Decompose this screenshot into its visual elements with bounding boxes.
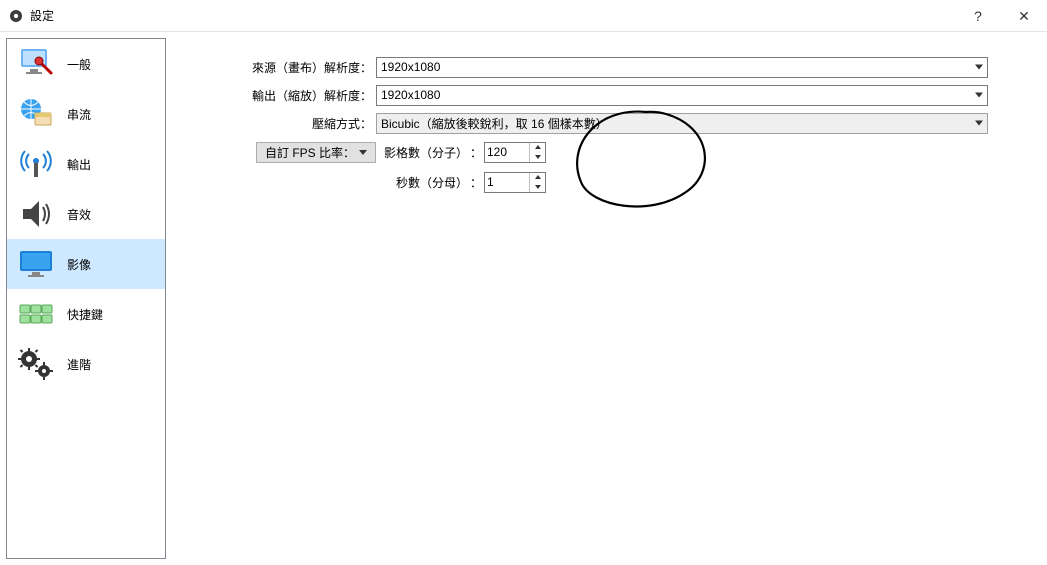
broadcast-icon (15, 143, 57, 185)
sidebar-item-stream[interactable]: 串流 (7, 89, 165, 139)
titlebar: 設定 ? ✕ (0, 0, 1047, 32)
fps-type-label: 自訂 FPS 比率： (265, 144, 355, 161)
colon: ： (468, 174, 484, 191)
chevron-down-icon (975, 93, 983, 98)
downscale-filter-value: Bicubic（縮放後較銳利，取 16 個樣本數） (381, 115, 608, 132)
fps-numerator-label: 影格數（分子） (382, 144, 468, 161)
downscale-filter-combo[interactable]: Bicubic（縮放後較銳利，取 16 個樣本數） (376, 113, 988, 134)
sidebar-item-audio[interactable]: 音效 (7, 189, 165, 239)
close-button[interactable]: ✕ (1001, 0, 1047, 32)
fps-numerator-spinbox[interactable] (484, 142, 546, 163)
gears-icon (15, 343, 57, 385)
fps-denominator-spinbox[interactable] (484, 172, 546, 193)
sidebar-item-label: 串流 (67, 106, 91, 123)
app-icon (8, 8, 24, 24)
chevron-down-icon (975, 121, 983, 126)
monitor-icon (15, 243, 57, 285)
base-resolution-label: 來源（畫布）解析度： (206, 59, 376, 76)
help-button[interactable]: ? (955, 0, 1001, 32)
downscale-filter-label: 壓縮方式： (206, 115, 376, 132)
sidebar-item-label: 快捷鍵 (67, 306, 103, 323)
sidebar-item-label: 一般 (67, 56, 91, 73)
spin-up-icon[interactable] (530, 143, 545, 153)
spin-down-icon[interactable] (530, 152, 545, 162)
sidebar-item-advanced[interactable]: 進階 (7, 339, 165, 389)
output-resolution-value: 1920x1080 (381, 88, 440, 102)
colon: ： (468, 144, 484, 161)
fps-denominator-input[interactable] (485, 173, 529, 192)
sidebar-item-general[interactable]: 一般 (7, 39, 165, 89)
base-resolution-combo[interactable]: 1920x1080 (376, 57, 988, 78)
chevron-down-icon (975, 65, 983, 70)
fps-type-button[interactable]: 自訂 FPS 比率： (256, 142, 376, 163)
monitor-wrench-icon (15, 43, 57, 85)
keyboard-icon (15, 293, 57, 335)
globe-box-icon (15, 93, 57, 135)
chevron-down-icon (359, 150, 367, 155)
sidebar-item-output[interactable]: 輸出 (7, 139, 165, 189)
output-resolution-label: 輸出（縮放）解析度： (206, 87, 376, 104)
sidebar-item-label: 音效 (67, 206, 91, 223)
video-settings-panel: 來源（畫布）解析度： 1920x1080 輸出（縮放）解析度： 1920x108… (166, 38, 1041, 559)
sidebar-item-label: 進階 (67, 356, 91, 373)
sidebar-item-hotkeys[interactable]: 快捷鍵 (7, 289, 165, 339)
fps-denominator-label: 秒數（分母） (382, 174, 468, 191)
spin-down-icon[interactable] (530, 182, 545, 192)
sidebar-item-video[interactable]: 影像 (7, 239, 165, 289)
sidebar: 一般 串流 輸出 音效 影像 (6, 38, 166, 559)
base-resolution-value: 1920x1080 (381, 60, 440, 74)
sidebar-item-label: 輸出 (67, 156, 91, 173)
sidebar-item-label: 影像 (67, 256, 91, 273)
spin-up-icon[interactable] (530, 173, 545, 183)
fps-numerator-input[interactable] (485, 143, 529, 162)
window-title: 設定 (30, 7, 54, 24)
speaker-icon (15, 193, 57, 235)
output-resolution-combo[interactable]: 1920x1080 (376, 85, 988, 106)
